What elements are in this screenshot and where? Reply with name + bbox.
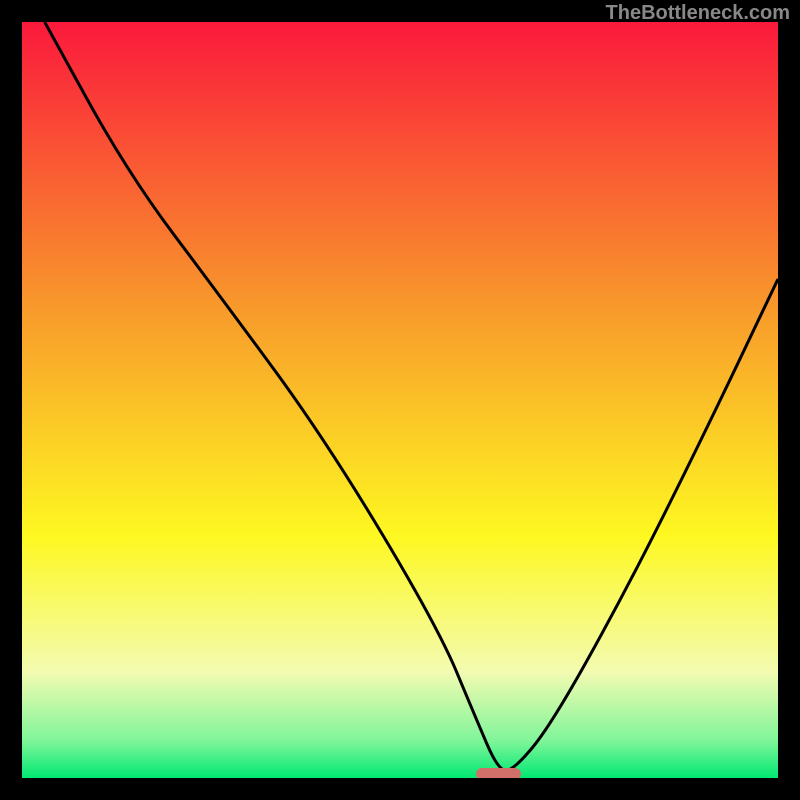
- chart-plot-area: [22, 22, 778, 778]
- chart-curve: [22, 22, 778, 778]
- bottleneck-marker: [476, 768, 521, 778]
- watermark-text: TheBottleneck.com: [606, 2, 790, 25]
